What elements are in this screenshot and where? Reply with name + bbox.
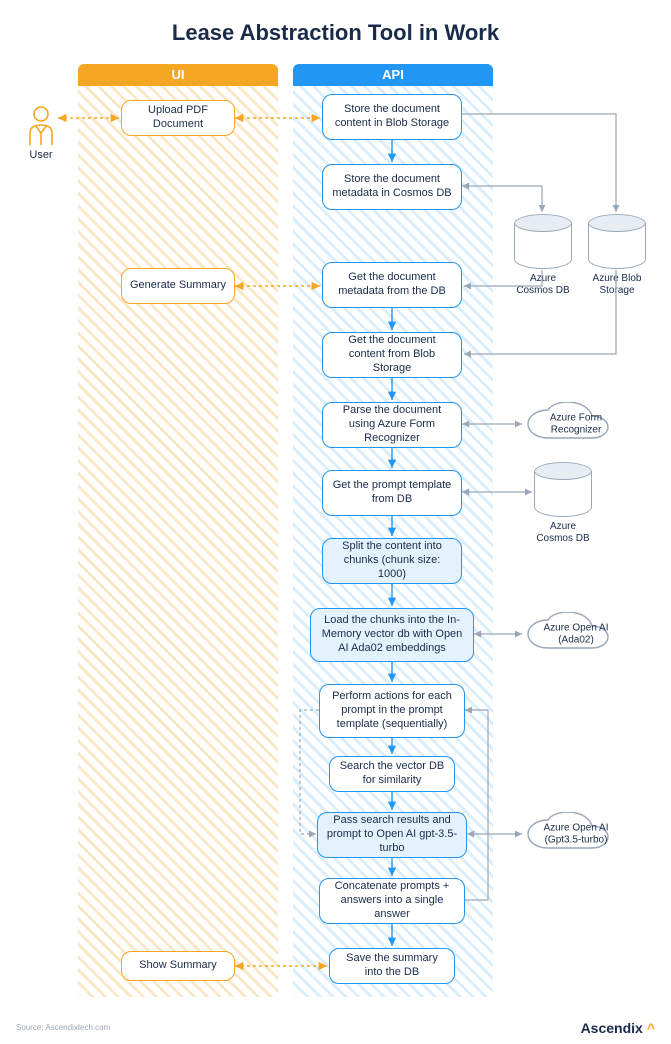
node-pass-to-gpt: Pass search results and prompt to Open A… [317,812,467,858]
cloud-ada-label: Azure Open AI (Ada02) [532,623,620,646]
database-icon [534,462,592,517]
brand-caret-icon: ^ [647,1020,655,1036]
cloud-openai-ada: Azure Open AI (Ada02) [524,612,628,656]
cloud-form-recognizer: Azure Form Recognizer [524,402,628,446]
diagram-canvas: UI API User Upload PDF Document Generate… [16,64,655,1014]
node-get-prompt: Get the prompt template from DB [322,470,462,516]
db-cosmos-label-1: Azure Cosmos DB [514,273,572,297]
db-blob-label: Azure Blob Storage [588,273,646,297]
user-icon [24,104,58,146]
footer-brand: Ascendix^ [581,1020,655,1036]
cloud-openai-gpt: Azure Open AI (Gpt3.5-turbo) [524,812,628,856]
db-azure-cosmos-2: Azure Cosmos DB [534,462,592,545]
node-get-content: Get the document content from Blob Stora… [322,332,462,378]
node-parse-doc: Parse the document using Azure Form Reco… [322,402,462,448]
cloud-form-rec-label: Azure Form Recognizer [532,413,620,436]
footer-source: Source: Ascendixtech.com [16,1023,110,1032]
node-generate-summary: Generate Summary [121,268,235,304]
swimlane-ui-header: UI [78,64,278,86]
swimlane-ui: UI [78,64,278,997]
user-actor: User [16,104,66,161]
brand-name: Ascendix [581,1020,643,1036]
user-label: User [16,149,66,161]
node-perform-prompts: Perform actions for each prompt in the p… [319,684,465,738]
node-upload-pdf: Upload PDF Document [121,100,235,136]
page-title: Lease Abstraction Tool in Work [16,20,655,46]
node-store-blob: Store the document content in Blob Stora… [322,94,462,140]
db-azure-cosmos-1: Azure Cosmos DB [514,214,572,297]
node-load-vector-db: Load the chunks into the In-Memory vecto… [310,608,474,662]
node-store-meta: Store the document metadata in Cosmos DB [322,164,462,210]
node-split-chunks: Split the content into chunks (chunk siz… [322,538,462,584]
node-show-summary: Show Summary [121,951,235,981]
swimlane-api-header: API [293,64,493,86]
node-save-summary: Save the summary into the DB [329,948,455,984]
database-icon [514,214,572,269]
cloud-gpt-label: Azure Open AI (Gpt3.5-turbo) [532,823,620,846]
db-azure-blob: Azure Blob Storage [588,214,646,297]
node-concat-answers: Concatenate prompts + answers into a sin… [319,878,465,924]
node-search-vector: Search the vector DB for similarity [329,756,455,792]
node-get-meta: Get the document metadata from the DB [322,262,462,308]
db-cosmos-label-2: Azure Cosmos DB [534,521,592,545]
database-icon [588,214,646,269]
